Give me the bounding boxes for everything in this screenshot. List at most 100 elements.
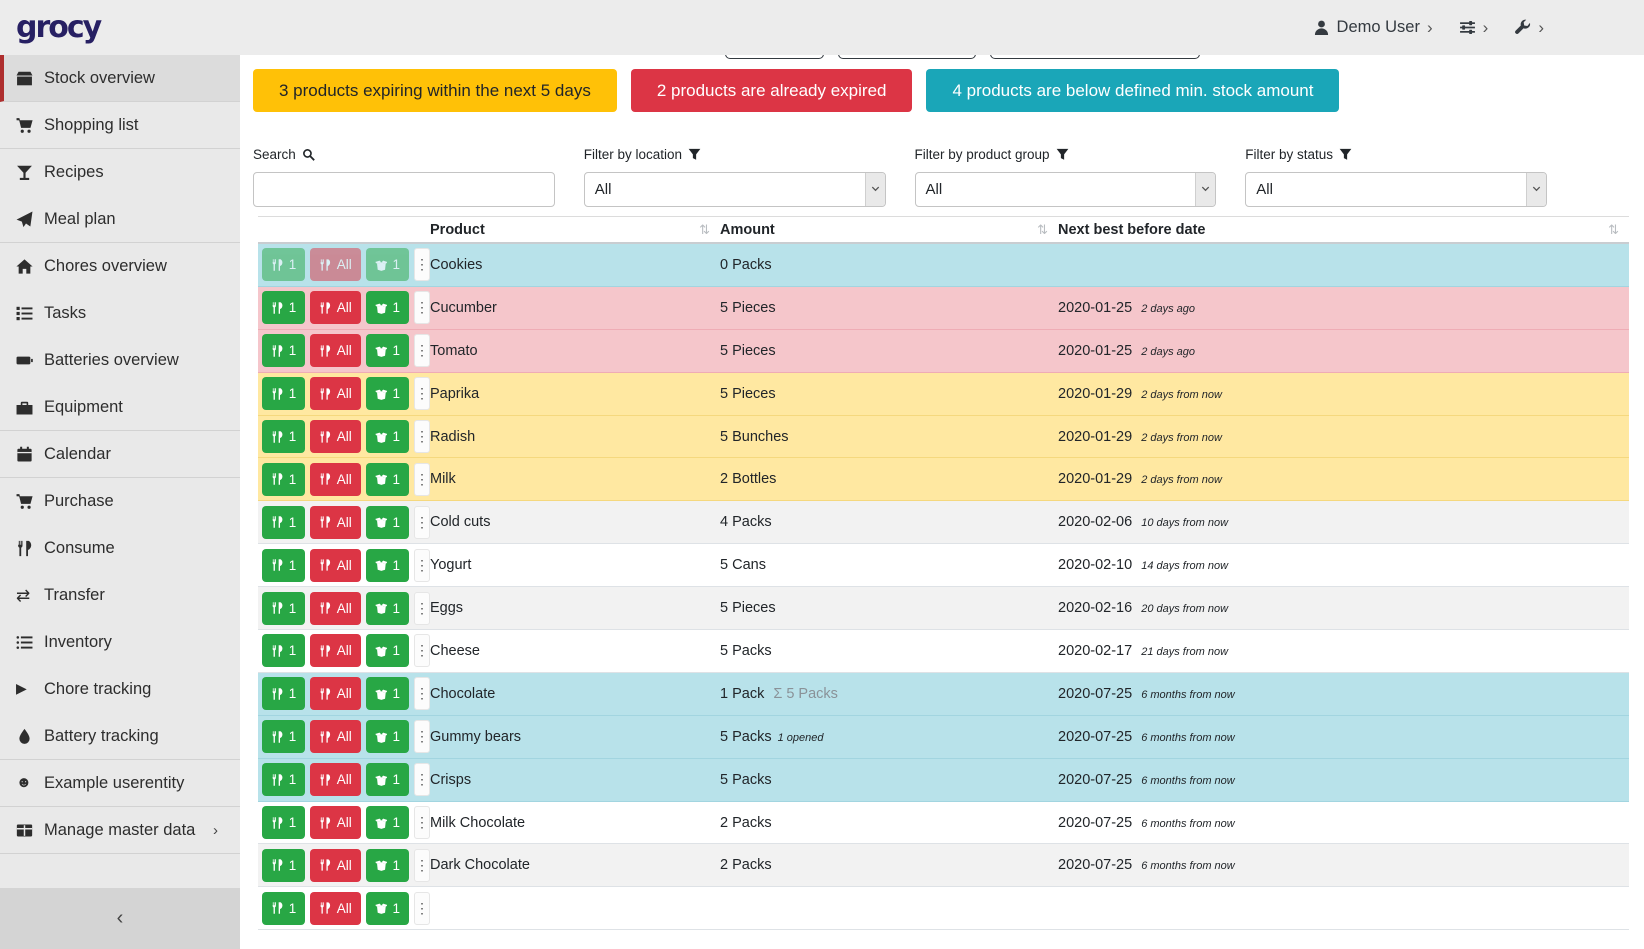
open-one-button[interactable]: 1 xyxy=(366,849,409,882)
sidebar-item-meal-plan[interactable]: Meal plan xyxy=(0,196,240,243)
sidebar-item-manage-master-data[interactable]: Manage master data › xyxy=(0,807,240,854)
row-more-button[interactable]: ⋮ xyxy=(414,420,430,453)
consume-one-button[interactable]: 1 xyxy=(262,720,305,753)
open-one-button[interactable]: 1 xyxy=(366,463,409,496)
consume-all-button[interactable]: All xyxy=(310,720,360,753)
row-more-button[interactable]: ⋮ xyxy=(414,248,430,281)
row-more-button[interactable]: ⋮ xyxy=(414,634,430,667)
sidebar-item-shopping-list[interactable]: Shopping list xyxy=(0,102,240,149)
open-one-button[interactable]: 1 xyxy=(366,634,409,667)
row-more-button[interactable]: ⋮ xyxy=(414,806,430,839)
open-one-button[interactable]: 1 xyxy=(366,549,409,582)
open-one-button[interactable]: 1 xyxy=(366,291,409,324)
admin-menu[interactable]: › xyxy=(1514,19,1544,36)
consume-one-button[interactable]: 1 xyxy=(262,892,305,925)
consume-all-button[interactable]: All xyxy=(310,677,360,710)
consume-all-button[interactable]: All xyxy=(310,420,360,453)
utensils-icon xyxy=(271,644,284,658)
row-more-button[interactable]: ⋮ xyxy=(414,334,430,367)
sidebar-item-chore-tracking[interactable]: ▶ Chore tracking xyxy=(0,666,240,713)
product-group-filter-select[interactable]: All xyxy=(915,172,1217,207)
column-header-amount[interactable]: Amount ⇅ xyxy=(720,222,1058,238)
consume-all-button[interactable]: All xyxy=(310,849,360,882)
consume-one-button[interactable]: 1 xyxy=(262,806,305,839)
open-one-button[interactable]: 1 xyxy=(366,420,409,453)
open-one-button[interactable]: 1 xyxy=(366,720,409,753)
open-one-button[interactable]: 1 xyxy=(366,592,409,625)
consume-one-button[interactable]: 1 xyxy=(262,420,305,453)
consume-all-button[interactable]: All xyxy=(310,549,360,582)
consume-all-button[interactable]: All xyxy=(310,248,360,281)
consume-one-button[interactable]: 1 xyxy=(262,549,305,582)
open-one-button[interactable]: 1 xyxy=(366,248,409,281)
utensils-icon xyxy=(319,515,331,529)
consume-one-button[interactable]: 1 xyxy=(262,291,305,324)
sidebar-item-tasks[interactable]: Tasks xyxy=(0,290,240,337)
row-more-button[interactable]: ⋮ xyxy=(414,592,430,625)
column-header-next-best-before-date[interactable]: Next best before date ⇅ xyxy=(1058,222,1629,238)
product-name: Chocolate xyxy=(430,686,720,702)
status-banner[interactable]: 3 products expiring within the next 5 da… xyxy=(253,69,617,112)
status-banner[interactable]: 4 products are below defined min. stock … xyxy=(926,69,1339,112)
consume-one-button[interactable]: 1 xyxy=(262,506,305,539)
sidebar-item-transfer[interactable]: ⇄ Transfer xyxy=(0,572,240,619)
sidebar-item-example-userentity[interactable]: ☻ Example userentity xyxy=(0,760,240,807)
open-one-button[interactable]: 1 xyxy=(366,334,409,367)
consume-all-button[interactable]: All xyxy=(310,806,360,839)
consume-all-button[interactable]: All xyxy=(310,377,360,410)
sidebar-item-battery-tracking[interactable]: Battery tracking xyxy=(0,713,240,760)
row-more-button[interactable]: ⋮ xyxy=(414,763,430,796)
sidebar-item-stock-overview[interactable]: Stock overview xyxy=(0,55,240,102)
row-more-button[interactable]: ⋮ xyxy=(414,506,430,539)
consume-one-button[interactable]: 1 xyxy=(262,763,305,796)
consume-all-button[interactable]: All xyxy=(310,763,360,796)
consume-all-button[interactable]: All xyxy=(310,291,360,324)
row-more-button[interactable]: ⋮ xyxy=(414,463,430,496)
settings-menu[interactable]: › xyxy=(1459,19,1489,36)
open-one-button[interactable]: 1 xyxy=(366,806,409,839)
consume-one-button[interactable]: 1 xyxy=(262,334,305,367)
row-more-button[interactable]: ⋮ xyxy=(414,549,430,582)
consume-one-button[interactable]: 1 xyxy=(262,463,305,496)
row-more-button[interactable]: ⋮ xyxy=(414,849,430,882)
column-header-product[interactable]: Product ⇅ xyxy=(430,222,720,238)
open-one-button[interactable]: 1 xyxy=(366,377,409,410)
row-more-button[interactable]: ⋮ xyxy=(414,291,430,324)
sidebar-item-chores-overview[interactable]: Chores overview xyxy=(0,243,240,290)
row-more-button[interactable]: ⋮ xyxy=(414,377,430,410)
sidebar-item-purchase[interactable]: Purchase xyxy=(0,478,240,525)
consume-one-button[interactable]: 1 xyxy=(262,377,305,410)
consume-one-button[interactable]: 1 xyxy=(262,849,305,882)
consume-one-button[interactable]: 1 xyxy=(262,634,305,667)
row-more-button[interactable]: ⋮ xyxy=(414,677,430,710)
status-banner[interactable]: 2 products are already expired xyxy=(631,69,913,112)
consume-one-button[interactable]: 1 xyxy=(262,248,305,281)
date-relative: 2 days ago xyxy=(1141,346,1195,358)
sidebar-item-batteries-overview[interactable]: Batteries overview xyxy=(0,337,240,384)
consume-one-button[interactable]: 1 xyxy=(262,592,305,625)
consume-all-button[interactable]: All xyxy=(310,592,360,625)
open-one-button[interactable]: 1 xyxy=(366,677,409,710)
open-one-button[interactable]: 1 xyxy=(366,506,409,539)
sidebar-item-recipes[interactable]: Recipes xyxy=(0,149,240,196)
sidebar-item-calendar[interactable]: Calendar xyxy=(0,431,240,478)
row-more-button[interactable]: ⋮ xyxy=(414,892,430,925)
consume-all-button[interactable]: All xyxy=(310,463,360,496)
open-one-button[interactable]: 1 xyxy=(366,763,409,796)
consume-all-button[interactable]: All xyxy=(310,334,360,367)
sidebar-item-consume[interactable]: Consume xyxy=(0,525,240,572)
sidebar-collapse-button[interactable]: ‹ xyxy=(0,888,240,949)
consume-all-button[interactable]: All xyxy=(310,634,360,667)
sidebar-item-inventory[interactable]: Inventory xyxy=(0,619,240,666)
consume-all-button[interactable]: All xyxy=(310,506,360,539)
row-more-button[interactable]: ⋮ xyxy=(414,720,430,753)
consume-all-button[interactable]: All xyxy=(310,892,360,925)
location-filter-select[interactable]: All xyxy=(584,172,886,207)
app-logo[interactable]: grocy xyxy=(16,10,100,45)
status-filter-select[interactable]: All xyxy=(1245,172,1547,207)
consume-one-button[interactable]: 1 xyxy=(262,677,305,710)
open-one-button[interactable]: 1 xyxy=(366,892,409,925)
search-input[interactable] xyxy=(253,172,555,207)
sidebar-item-equipment[interactable]: Equipment xyxy=(0,384,240,431)
user-menu[interactable]: Demo User › xyxy=(1313,18,1433,37)
